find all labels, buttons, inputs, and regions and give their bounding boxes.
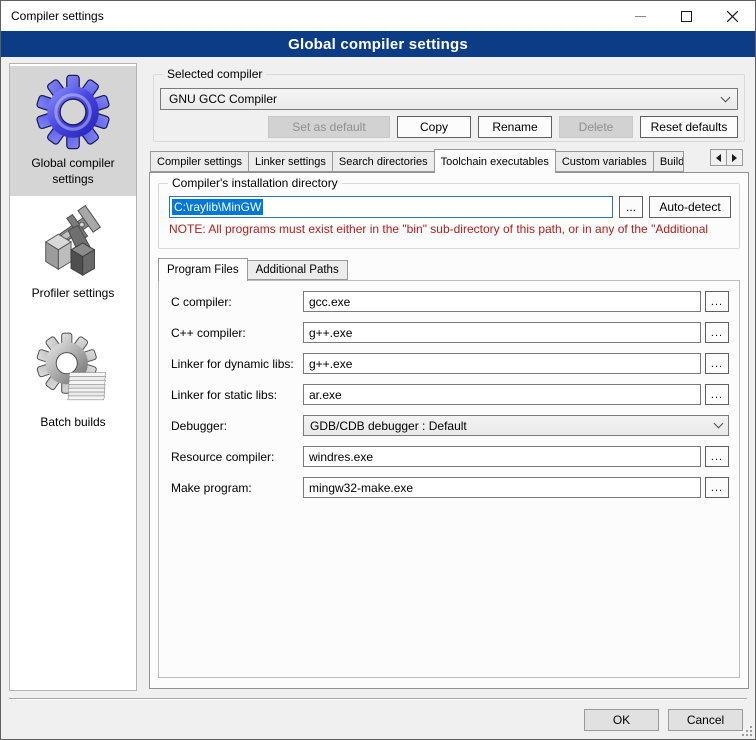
close-button[interactable]: [709, 1, 755, 31]
form-row: C compiler: ...: [171, 291, 729, 312]
installation-note: NOTE: All programs must exist either in …: [169, 222, 729, 236]
installation-directory-browse-button[interactable]: ...: [619, 196, 643, 218]
make-program-browse-button[interactable]: ...: [705, 477, 729, 498]
make-program-input[interactable]: [303, 477, 701, 498]
tab-build-options[interactable]: Build: [653, 151, 684, 172]
selected-compiler-group-label: Selected compiler: [163, 67, 266, 81]
auto-detect-button[interactable]: Auto-detect: [649, 196, 731, 218]
settings-tabs: Compiler settings Linker settings Search…: [150, 149, 749, 173]
settings-category-list: Global compiler settings Profiler: [9, 63, 137, 691]
static-linker-browse-button[interactable]: ...: [705, 384, 729, 405]
maximize-icon: [681, 11, 692, 22]
dynamic-linker-browse-button[interactable]: ...: [705, 353, 729, 374]
tab-custom-variables[interactable]: Custom variables: [555, 151, 654, 172]
delete-button[interactable]: Delete: [559, 116, 633, 138]
program-files-panel: C compiler: ... C++ compiler: ... Linker…: [158, 280, 740, 678]
field-label: C compiler:: [171, 295, 303, 309]
blue-gear-icon: [34, 73, 112, 151]
close-icon: [727, 11, 738, 22]
sidebar-item-label: Global compiler settings: [14, 156, 132, 187]
window-titlebar: Compiler settings: [1, 1, 755, 31]
settings-content: Selected compiler GNU GCC Compiler Set a…: [149, 61, 749, 740]
selected-compiler-select[interactable]: GNU GCC Compiler: [160, 88, 738, 110]
sidebar-item-profiler-settings[interactable]: Profiler settings: [10, 196, 136, 311]
form-row: Resource compiler: ...: [171, 446, 729, 467]
field-label: Resource compiler:: [171, 450, 303, 464]
dialog-header-title: Global compiler settings: [1, 31, 755, 57]
debugger-value: GDB/CDB debugger : Default: [310, 419, 467, 433]
debugger-select[interactable]: GDB/CDB debugger : Default: [303, 415, 729, 436]
c-compiler-browse-button[interactable]: ...: [705, 291, 729, 312]
resize-grip[interactable]: [742, 726, 752, 736]
selected-compiler-group: Selected compiler GNU GCC Compiler Set a…: [153, 74, 745, 142]
tab-linker-settings[interactable]: Linker settings: [248, 151, 333, 172]
window-title: Compiler settings: [11, 9, 104, 23]
form-row: Linker for dynamic libs: ...: [171, 353, 729, 374]
field-label: Linker for dynamic libs:: [171, 357, 303, 371]
tab-scroll-left-button[interactable]: [710, 149, 727, 166]
form-row: Make program: ...: [171, 477, 729, 498]
toolchain-subtabs: Program Files Additional Paths: [158, 258, 347, 281]
sidebar-item-global-compiler-settings[interactable]: Global compiler settings: [10, 66, 136, 196]
arrow-right-icon: [732, 154, 737, 162]
arrow-left-icon: [716, 154, 721, 162]
resource-compiler-browse-button[interactable]: ...: [705, 446, 729, 467]
caliper-cubes-icon: [34, 203, 112, 281]
tab-search-directories[interactable]: Search directories: [332, 151, 435, 172]
reset-defaults-button[interactable]: Reset defaults: [640, 116, 738, 138]
dialog-buttons: OK Cancel: [584, 709, 743, 731]
tab-additional-paths[interactable]: Additional Paths: [247, 260, 348, 280]
selected-compiler-value: GNU GCC Compiler: [169, 92, 277, 106]
sidebar-item-label: Profiler settings: [32, 286, 115, 302]
installation-directory-input[interactable]: C:\raylib\MinGW: [169, 196, 613, 218]
tab-compiler-settings[interactable]: Compiler settings: [150, 151, 249, 172]
cpp-compiler-input[interactable]: [303, 322, 701, 343]
footer-separator: [9, 698, 747, 700]
form-row: Linker for static libs: ...: [171, 384, 729, 405]
form-row: Debugger: GDB/CDB debugger : Default: [171, 415, 729, 436]
dynamic-linker-input[interactable]: [303, 353, 701, 374]
form-row: C++ compiler: ...: [171, 322, 729, 343]
chevron-down-icon: [714, 419, 724, 429]
tab-scroll-buttons: [711, 149, 743, 166]
cancel-button[interactable]: Cancel: [668, 709, 743, 731]
toolchain-executables-panel: Compiler's installation directory C:\ray…: [149, 172, 749, 689]
tab-toolchain-executables[interactable]: Toolchain executables: [434, 149, 556, 173]
tab-scroll-right-button[interactable]: [726, 149, 743, 166]
ok-button[interactable]: OK: [584, 709, 659, 731]
c-compiler-input[interactable]: [303, 291, 701, 312]
installation-directory-group-label: Compiler's installation directory: [168, 176, 342, 190]
field-label: C++ compiler:: [171, 326, 303, 340]
cpp-compiler-browse-button[interactable]: ...: [705, 322, 729, 343]
field-label: Make program:: [171, 481, 303, 495]
window-controls: [617, 1, 755, 31]
installation-directory-group: Compiler's installation directory C:\ray…: [158, 183, 740, 249]
tab-program-files[interactable]: Program Files: [158, 258, 248, 281]
sidebar-item-batch-builds[interactable]: Batch builds: [10, 325, 136, 440]
minimize-icon: [635, 11, 646, 22]
copy-button[interactable]: Copy: [397, 116, 471, 138]
set-as-default-button[interactable]: Set as default: [268, 116, 390, 138]
chevron-down-icon: [721, 92, 731, 102]
static-linker-input[interactable]: [303, 384, 701, 405]
rename-button[interactable]: Rename: [478, 116, 552, 138]
minimize-button[interactable]: [617, 1, 663, 31]
field-label: Debugger:: [171, 419, 303, 433]
gray-gear-stack-icon: [34, 332, 112, 410]
resource-compiler-input[interactable]: [303, 446, 701, 467]
selected-text: C:\raylib\MinGW: [172, 199, 263, 215]
sidebar-item-label: Batch builds: [40, 415, 105, 431]
field-label: Linker for static libs:: [171, 388, 303, 402]
compiler-settings-dialog: Compiler settings Global compiler settin…: [0, 0, 756, 740]
maximize-button[interactable]: [663, 1, 709, 31]
